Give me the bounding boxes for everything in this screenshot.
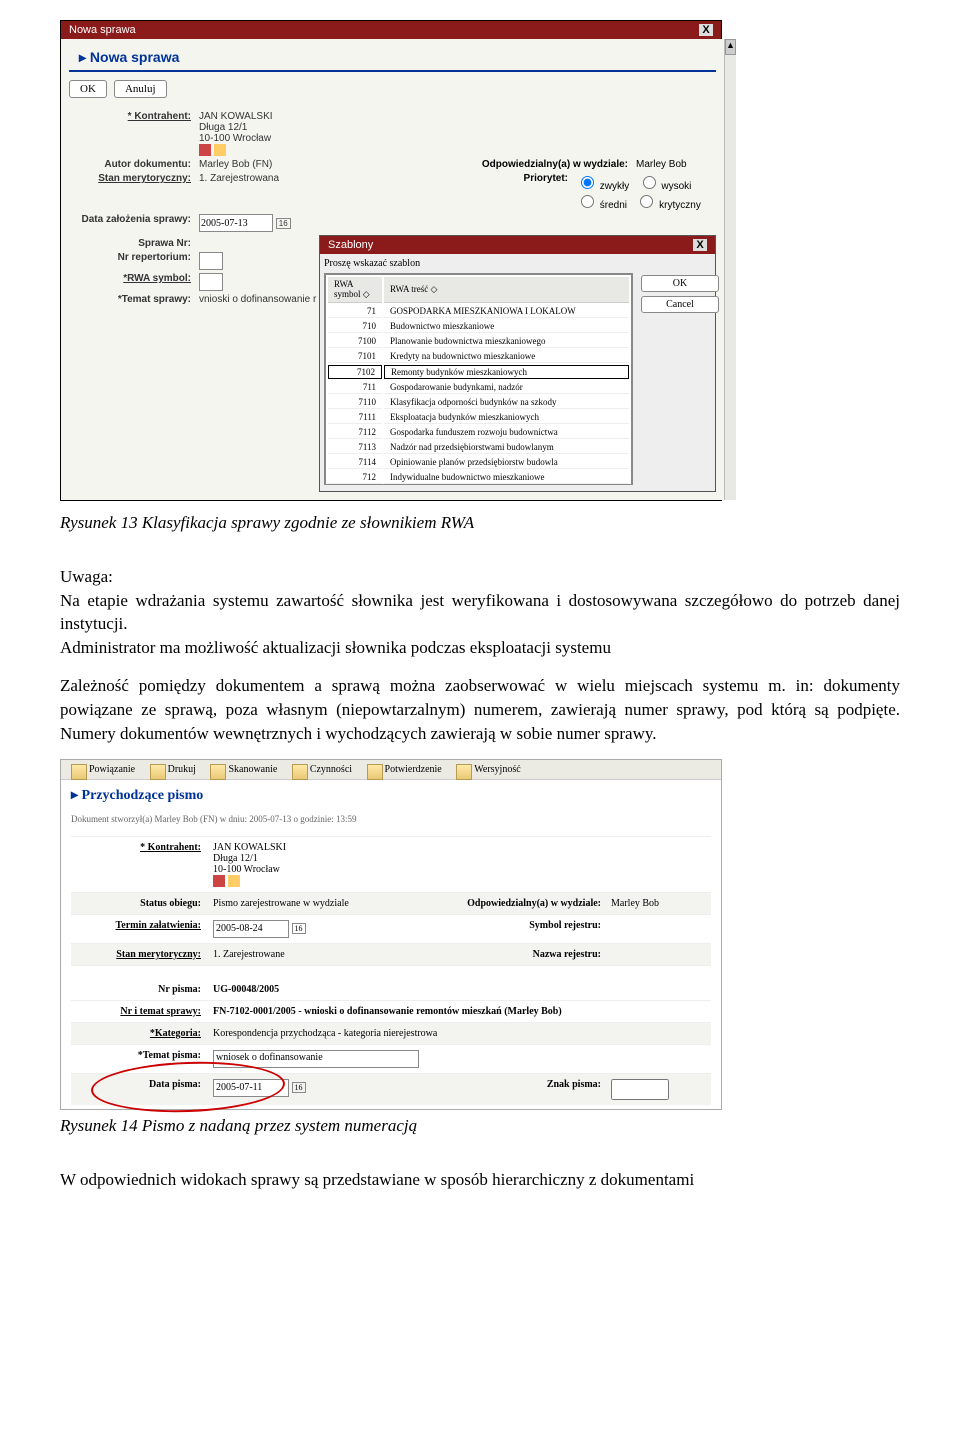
close-icon[interactable]: X — [699, 24, 713, 36]
kategoria-value: Korespondencja przychodząca - kategoria … — [213, 1028, 711, 1039]
close-icon[interactable]: X — [693, 239, 707, 251]
dialog-message: Proszę wskazać szablon — [320, 254, 715, 273]
toolbar-item[interactable]: Czynności — [292, 764, 352, 775]
field-label: Sprawa Nr: — [69, 238, 199, 249]
panel-heading: Przychodzące pismo — [61, 780, 721, 812]
dialog-szablony: Szablony X Proszę wskazać szablon RWA sym… — [319, 235, 716, 492]
dialog-nowa-sprawa: Nowa sprawa X Nowa sprawa OK Anuluj * Ko… — [60, 20, 722, 501]
calendar-icon[interactable]: 16 — [276, 218, 291, 229]
nrpisma-value: UG-00048/2005 — [213, 984, 711, 995]
toolbar-item[interactable]: Wersyjność — [456, 764, 520, 775]
status-value: Pismo zarejestrowane w wydziale — [213, 898, 461, 909]
autor-value: Marley Bob (FN) — [199, 159, 476, 170]
kontrahent-value: JAN KOWALSKIDługa 12/110-100 Wrocław — [199, 111, 716, 156]
org-icon[interactable] — [214, 144, 226, 156]
window-title: Nowa sprawa — [69, 24, 136, 36]
field-label: Status obiegu: — [71, 898, 213, 909]
ok-button[interactable]: OK — [641, 275, 719, 292]
priority-radios[interactable]: zwykły wysoki średni krytyczny — [576, 173, 716, 211]
field-label: Termin załatwienia: — [71, 920, 213, 938]
org-icon[interactable] — [228, 875, 240, 887]
calendar-icon[interactable]: 16 — [292, 1082, 306, 1093]
stan-value: 1. Zarejestrowana — [199, 173, 476, 211]
field-label: * Kontrahent: — [69, 111, 199, 156]
field-label: *Temat sprawy: — [69, 294, 199, 305]
body-text: Uwaga: Na etapie wdrażania systemu zawar… — [60, 565, 900, 660]
table-row: 7101Kredyty na budownictwo mieszkaniowe — [328, 350, 629, 363]
scrollbar[interactable]: ▲ — [724, 39, 736, 500]
field-label: Symbol rejestru: — [461, 920, 611, 938]
table-row: 7112Gospodarka funduszem rozwoju budowni… — [328, 426, 629, 439]
szablony-table[interactable]: RWA symbol ◇RWA treść ◇ 71GOSPODARKA MIE… — [325, 274, 632, 485]
field-label: Nr pisma: — [71, 984, 213, 995]
body-text: W odpowiednich widokach sprawy są przeds… — [60, 1168, 900, 1192]
nrrep-input[interactable] — [199, 252, 223, 270]
toolbar-item[interactable]: Skanowanie — [210, 764, 277, 775]
toolbar-item[interactable]: Drukuj — [150, 764, 196, 775]
person-icon[interactable] — [199, 144, 211, 156]
temat-value: vnioski o dofinansowanie r — [199, 294, 316, 305]
field-label: Stan merytoryczny: — [71, 949, 213, 960]
table-row: 7100Planowanie budownictwa mieszkanioweg… — [328, 335, 629, 348]
field-label: Nr repertorium: — [69, 252, 199, 270]
person-icon[interactable] — [213, 875, 225, 887]
info-text: Dokument stworzył(a) Marley Bob (FN) w d… — [61, 812, 721, 832]
panel-heading: Nowa sprawa — [69, 47, 716, 72]
field-label: *RWA symbol: — [69, 273, 199, 291]
body-text: Zależność pomiędzy dokumentem a sprawą m… — [60, 674, 900, 745]
field-label: Priorytet: — [476, 173, 576, 211]
field-label: Autor dokumentu: — [69, 159, 199, 170]
odp-value: Marley Bob — [636, 159, 716, 170]
termin-input[interactable] — [213, 920, 289, 938]
field-label: * Kontrahent: — [71, 842, 213, 887]
rwa-input[interactable] — [199, 273, 223, 291]
panel-przychodzace-pismo: Powiązanie Drukuj Skanowanie Czynności P… — [60, 759, 722, 1110]
dialog-title: Szablony — [328, 239, 373, 251]
date-input[interactable] — [199, 214, 273, 232]
table-row: 7110Klasyfikacja odporności budynków na … — [328, 396, 629, 409]
table-row: 711Gospodarowanie budynkami, nadzór — [328, 381, 629, 394]
cancel-button[interactable]: Cancel — [641, 296, 719, 313]
col-header[interactable]: RWA symbol ◇ — [328, 277, 382, 303]
field-label: Nr i temat sprawy: — [71, 1006, 213, 1017]
field-label: *Kategoria: — [71, 1028, 213, 1039]
field-label: Nazwa rejestru: — [461, 949, 611, 960]
table-row: 71GOSPODARKA MIESZKANIOWA I LOKALOW — [328, 305, 629, 318]
toolbar: Powiązanie Drukuj Skanowanie Czynności P… — [61, 760, 721, 780]
kontrahent-value: JAN KOWALSKIDługa 12/110-100 Wrocław — [213, 842, 711, 887]
field-label: Odpowiedzialny(a) w wydziale: — [476, 159, 636, 170]
col-header[interactable]: RWA treść ◇ — [384, 277, 629, 303]
table-row: 7113Nadzór nad przedsiębiorstwami budowl… — [328, 441, 629, 454]
table-row: 7114Opiniowanie planów przedsiębiorstw b… — [328, 456, 629, 469]
table-row-selected: 7102Remonty budynków mieszkaniowych — [328, 365, 629, 379]
field-label: Odpowiedzialny(a) w wydziale: — [461, 898, 611, 909]
calendar-icon[interactable]: 16 — [292, 923, 306, 934]
ok-button[interactable]: OK — [69, 80, 107, 98]
figure-caption: Rysunek 13 Klasyfikacja sprawy zgodnie z… — [60, 511, 900, 535]
odp-value: Marley Bob — [611, 898, 711, 909]
toolbar-item[interactable]: Powiązanie — [71, 764, 135, 775]
nrtemat-value: FN-7102-0001/2005 - wnioski o dofinansow… — [213, 1006, 711, 1017]
toolbar-item[interactable]: Potwierdzenie — [367, 764, 442, 775]
figure-caption: Rysunek 14 Pismo z nadaną przez system n… — [60, 1114, 900, 1138]
table-row: 710Budownictwo mieszkaniowe — [328, 320, 629, 333]
field-label: Stan merytoryczny: — [69, 173, 199, 211]
znak-input[interactable] — [611, 1079, 669, 1100]
table-row: 712Indywidualne budownictwo mieszkaniowe — [328, 471, 629, 484]
field-label: Znak pisma: — [461, 1079, 611, 1100]
table-row: 7111Eksploatacja budynków mieszkaniowych — [328, 411, 629, 424]
stan-value: 1. Zarejestrowane — [213, 949, 461, 960]
field-label: Data założenia sprawy: — [69, 214, 199, 232]
window-titlebar: Nowa sprawa X — [61, 21, 721, 39]
cancel-button[interactable]: Anuluj — [114, 80, 167, 98]
